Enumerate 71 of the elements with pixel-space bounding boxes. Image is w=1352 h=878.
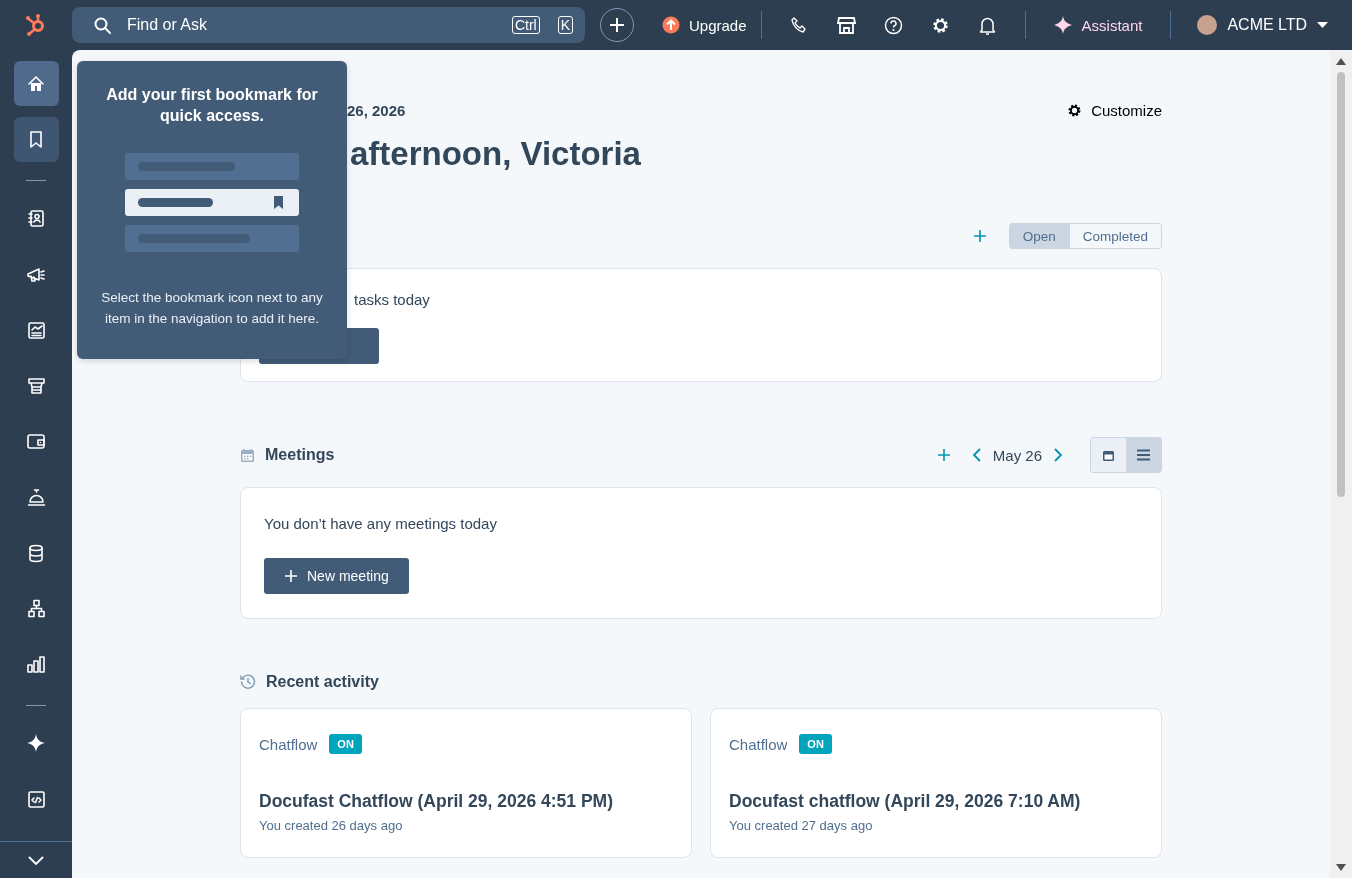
section-title: Meetings — [265, 446, 335, 464]
chevron-right-icon — [1054, 448, 1062, 462]
history-icon — [240, 674, 256, 690]
status-badge: ON — [329, 734, 362, 754]
code-window-icon — [26, 789, 46, 809]
filter-tab[interactable]: Open — [1009, 224, 1069, 248]
greeting-heading: afternoon, Victoria — [350, 134, 642, 174]
plus-icon — [284, 569, 298, 583]
activity-title: Docufast Chatflow (April 29, 2026 4:51 PM) — [259, 791, 614, 812]
popover-description: Select the bookmark icon next to any item in the navigation to add it here. — [100, 289, 324, 328]
scroll-up-icon — [1336, 57, 1346, 65]
settings-icon — [1067, 103, 1083, 118]
settings-icon — [930, 15, 950, 35]
notifications-icon — [977, 15, 997, 35]
expand-nav-button[interactable] — [28, 855, 44, 865]
list-icon — [1137, 449, 1150, 461]
bar-chart-icon — [26, 655, 46, 675]
chevron-down-icon — [28, 855, 44, 865]
service-bell-icon — [26, 487, 46, 507]
assistant-button[interactable]: Assistant — [1039, 16, 1157, 34]
display-stand-icon — [26, 376, 46, 396]
calendar-icon — [240, 447, 255, 463]
activity-card[interactable]: Chatflow ON Docufast chatflow (April 29, 2026 7:10 AM) You created 27 days ago — [710, 708, 1162, 858]
sprocket-logo-icon — [25, 12, 47, 38]
search-bar[interactable]: Find or Ask Ctrl K — [72, 7, 585, 43]
help-icon — [883, 15, 903, 35]
caret-icon — [1317, 22, 1329, 28]
account-menu[interactable]: ACME LTD — [1185, 15, 1329, 35]
view-toggle[interactable] — [1091, 438, 1126, 472]
plus-icon — [972, 229, 987, 243]
item-type: Chatflow — [729, 735, 788, 753]
upgrade-button[interactable]: Upgrade — [662, 16, 747, 34]
calendar-icon — [1102, 448, 1115, 462]
empty-message: You don’t have any meetings today — [264, 515, 498, 532]
scroll-down-icon — [1336, 864, 1346, 872]
filter-tab[interactable]: Completed — [1068, 224, 1161, 248]
scrollbar[interactable] — [1330, 50, 1352, 878]
nav-item[interactable] — [13, 61, 59, 107]
activity-meta: You created 26 days ago — [259, 818, 404, 833]
shortcut-key: Ctrl — [511, 16, 540, 34]
chevron-left-icon — [972, 448, 981, 462]
activity-card[interactable]: Chatflow ON Docufast Chatflow (April 29, 2026 4:51 PM) You created 26 days ago — [240, 708, 692, 858]
database-icon — [27, 543, 45, 563]
activity-meta: You created 27 days ago — [729, 818, 874, 833]
empty-message: tasks today — [354, 291, 430, 308]
new-meeting-button[interactable]: New meeting — [264, 558, 409, 594]
scrollbar-thumb[interactable] — [1337, 72, 1345, 497]
view-toggle[interactable] — [1126, 438, 1161, 472]
marketplace-icon — [836, 15, 856, 35]
bookmark-icon — [28, 130, 44, 150]
search-field[interactable]: Find or Ask — [125, 15, 494, 35]
shortcut-key: K — [557, 16, 573, 34]
contacts-book-icon — [27, 208, 45, 228]
org-chart-icon — [26, 599, 46, 619]
customize-button[interactable]: Customize — [1067, 102, 1162, 119]
wallet-icon — [26, 432, 46, 452]
item-type: Chatflow — [259, 735, 318, 753]
plus-icon — [936, 448, 951, 462]
home-icon — [27, 74, 45, 93]
activity-title: Docufast chatflow (April 29, 2026 7:10 AM) — [729, 791, 1082, 812]
plus-icon — [609, 17, 625, 33]
section-title: Recent activity — [266, 673, 379, 691]
avatar — [1197, 15, 1218, 35]
search-icon — [94, 16, 111, 34]
status-badge: ON — [799, 734, 832, 754]
nav-item[interactable] — [13, 117, 59, 163]
sparkle-icon — [1053, 16, 1072, 34]
date-heading: 26, 2026 — [347, 102, 406, 119]
popover-title: Add your first bookmark for quick access. — [105, 85, 319, 126]
report-icon — [26, 320, 46, 340]
current-date: May 26 — [992, 446, 1042, 464]
